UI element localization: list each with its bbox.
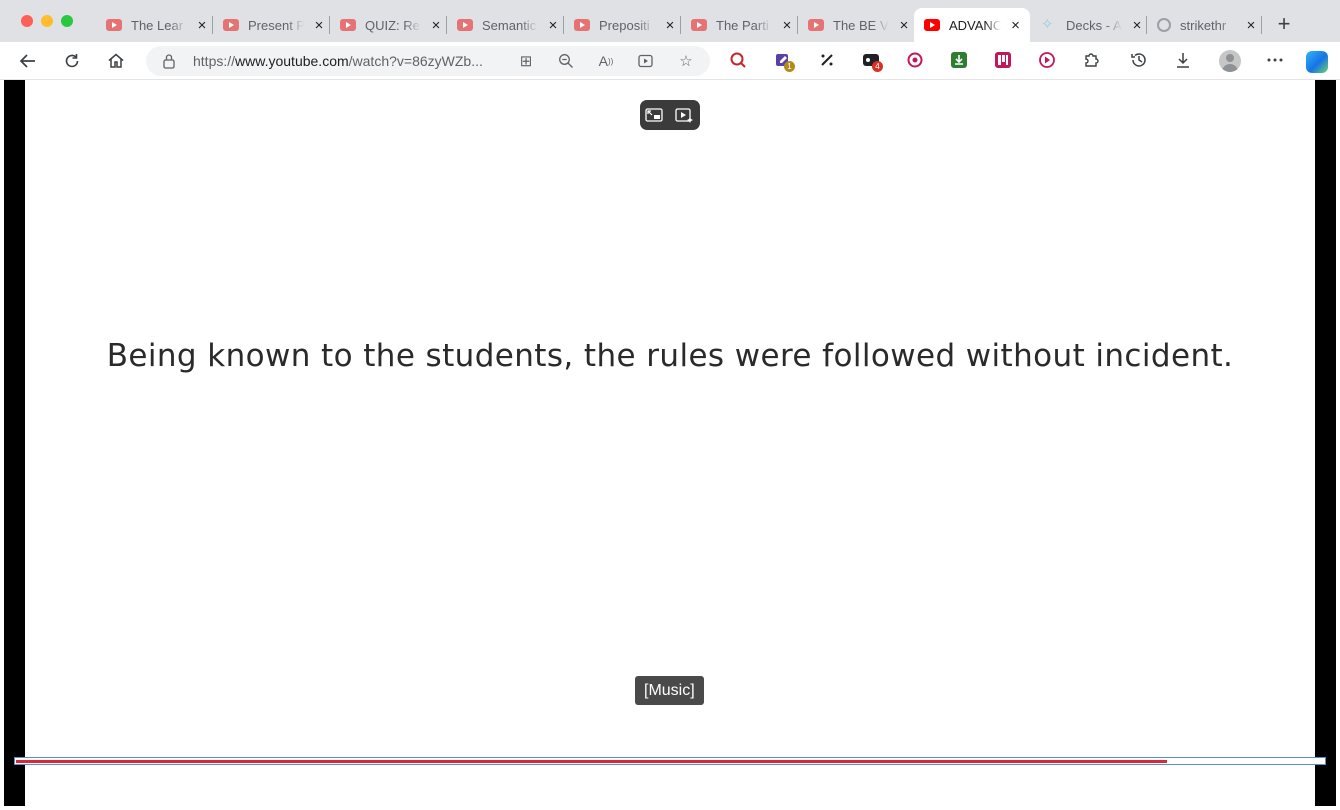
edit-extension-icon[interactable]: 1 xyxy=(774,51,795,72)
puzzle-icon[interactable] xyxy=(1082,51,1100,69)
tab-active[interactable]: ADVANC × xyxy=(914,8,1030,42)
video-viewport: Being known to the students, the rules w… xyxy=(0,80,1340,810)
tab-title: strikethr xyxy=(1180,17,1227,33)
youtube-icon xyxy=(808,19,824,31)
tab-title: The Parti xyxy=(716,17,769,33)
video-enhance-icon[interactable] xyxy=(636,51,656,71)
maximize-window-button[interactable] xyxy=(61,15,73,27)
tab-divider xyxy=(1261,16,1262,34)
back-button[interactable] xyxy=(17,50,39,72)
lock-icon xyxy=(163,54,175,69)
record-extension-icon[interactable] xyxy=(906,51,924,69)
gamepad-extension-icon[interactable]: 4 xyxy=(862,51,883,72)
google-icon xyxy=(1157,18,1171,32)
tab-close-icon[interactable]: × xyxy=(1009,17,1022,34)
youtube-icon xyxy=(574,19,590,31)
extension-badge: 4 xyxy=(872,61,883,72)
tab-1[interactable]: The Lear × xyxy=(96,8,217,42)
url-prefix: https:// xyxy=(193,53,236,69)
tab-title: Present P xyxy=(248,17,304,33)
closed-caption: [Music] xyxy=(635,676,704,705)
tab-9[interactable]: ✧ Decks - A × xyxy=(1031,8,1152,42)
address-bar[interactable]: https://www.youtube.com/watch?v=86zyWZb.… xyxy=(146,46,710,76)
youtube-icon xyxy=(106,19,122,31)
tab-close-icon[interactable]: × xyxy=(1130,17,1144,34)
tab-title: Decks - A xyxy=(1066,17,1122,33)
tab-title: QUIZ: Re xyxy=(365,17,420,33)
app-available-icon[interactable]: ⊞ xyxy=(516,51,536,71)
copilot-icon[interactable] xyxy=(1306,51,1328,73)
letterbox-right xyxy=(1315,80,1336,806)
downloads-icon[interactable] xyxy=(1174,51,1192,69)
tab-4[interactable]: Semantic × xyxy=(447,8,568,42)
reload-button[interactable] xyxy=(61,50,83,72)
pip-controls xyxy=(640,100,700,130)
play-extension-icon[interactable] xyxy=(1038,51,1056,69)
picture-in-picture-icon[interactable] xyxy=(645,106,663,124)
tab-3[interactable]: QUIZ: Re × xyxy=(330,8,451,42)
read-aloud-icon[interactable]: A)) xyxy=(596,51,616,71)
tab-close-icon[interactable]: × xyxy=(663,17,677,34)
new-tab-button[interactable]: + xyxy=(1274,11,1294,37)
tab-title: The BE V xyxy=(833,17,889,33)
tab-6[interactable]: The Parti × xyxy=(681,8,802,42)
tab-strip: The Lear × Present P × QUIZ: Re × Semant… xyxy=(0,0,1340,42)
letterbox-left xyxy=(4,80,25,806)
tab-title: Prepositi xyxy=(599,17,650,33)
video-sparkle-icon[interactable] xyxy=(675,106,693,124)
tab-title: The Lear xyxy=(131,17,184,33)
home-button[interactable] xyxy=(105,50,127,72)
arrow-left-icon xyxy=(19,54,35,68)
tab-close-icon[interactable]: × xyxy=(429,17,443,34)
url-domain: www.youtube.com xyxy=(235,53,349,69)
zoom-out-icon[interactable] xyxy=(556,51,576,71)
youtube-icon xyxy=(223,19,239,31)
browser-window: The Lear × Present P × QUIZ: Re × Semant… xyxy=(0,0,1340,810)
tab-close-icon[interactable]: × xyxy=(780,17,794,34)
tab-title: ADVANC xyxy=(949,17,1001,33)
download-extension-icon[interactable] xyxy=(950,51,968,69)
search-extension-icon[interactable] xyxy=(729,51,747,69)
reload-icon xyxy=(65,54,79,68)
more-menu-icon[interactable] xyxy=(1264,49,1286,71)
tab-2[interactable]: Present P × xyxy=(213,8,334,42)
close-window-button[interactable] xyxy=(21,15,33,27)
tab-7[interactable]: The BE V × xyxy=(798,8,919,42)
tab-close-icon[interactable]: × xyxy=(546,17,560,34)
magic-wand-extension-icon[interactable] xyxy=(818,51,836,69)
history-icon[interactable] xyxy=(1130,51,1148,69)
video-progress-fill xyxy=(16,760,1167,763)
tab-10[interactable]: strikethr × xyxy=(1147,8,1266,42)
extension-badge: 1 xyxy=(784,61,795,72)
youtube-icon xyxy=(340,19,356,31)
tab-close-icon[interactable]: × xyxy=(1244,17,1258,34)
browser-toolbar: https://www.youtube.com/watch?v=86zyWZb.… xyxy=(0,42,1340,80)
youtube-icon xyxy=(457,19,473,31)
tab-close-icon[interactable]: × xyxy=(312,17,326,34)
favorite-star-icon[interactable]: ☆ xyxy=(676,51,696,71)
youtube-icon xyxy=(924,19,940,31)
tab-close-icon[interactable]: × xyxy=(195,17,209,34)
star-icon: ✧ xyxy=(1041,16,1054,33)
youtube-icon xyxy=(691,19,707,31)
video-progress-bar[interactable] xyxy=(14,757,1326,765)
tab-close-icon[interactable]: × xyxy=(897,17,911,34)
url-text[interactable]: https://www.youtube.com/watch?v=86zyWZb.… xyxy=(193,53,483,69)
minimize-window-button[interactable] xyxy=(41,15,53,27)
home-icon xyxy=(108,53,124,68)
profile-avatar[interactable] xyxy=(1219,50,1241,72)
tab-5[interactable]: Prepositi × xyxy=(564,8,685,42)
tab-title: Semantic xyxy=(482,17,537,33)
slide-sentence: Being known to the students, the rules w… xyxy=(106,338,1234,374)
url-path: /watch?v=86zyWZb... xyxy=(348,53,483,69)
board-extension-icon[interactable] xyxy=(994,51,1012,69)
